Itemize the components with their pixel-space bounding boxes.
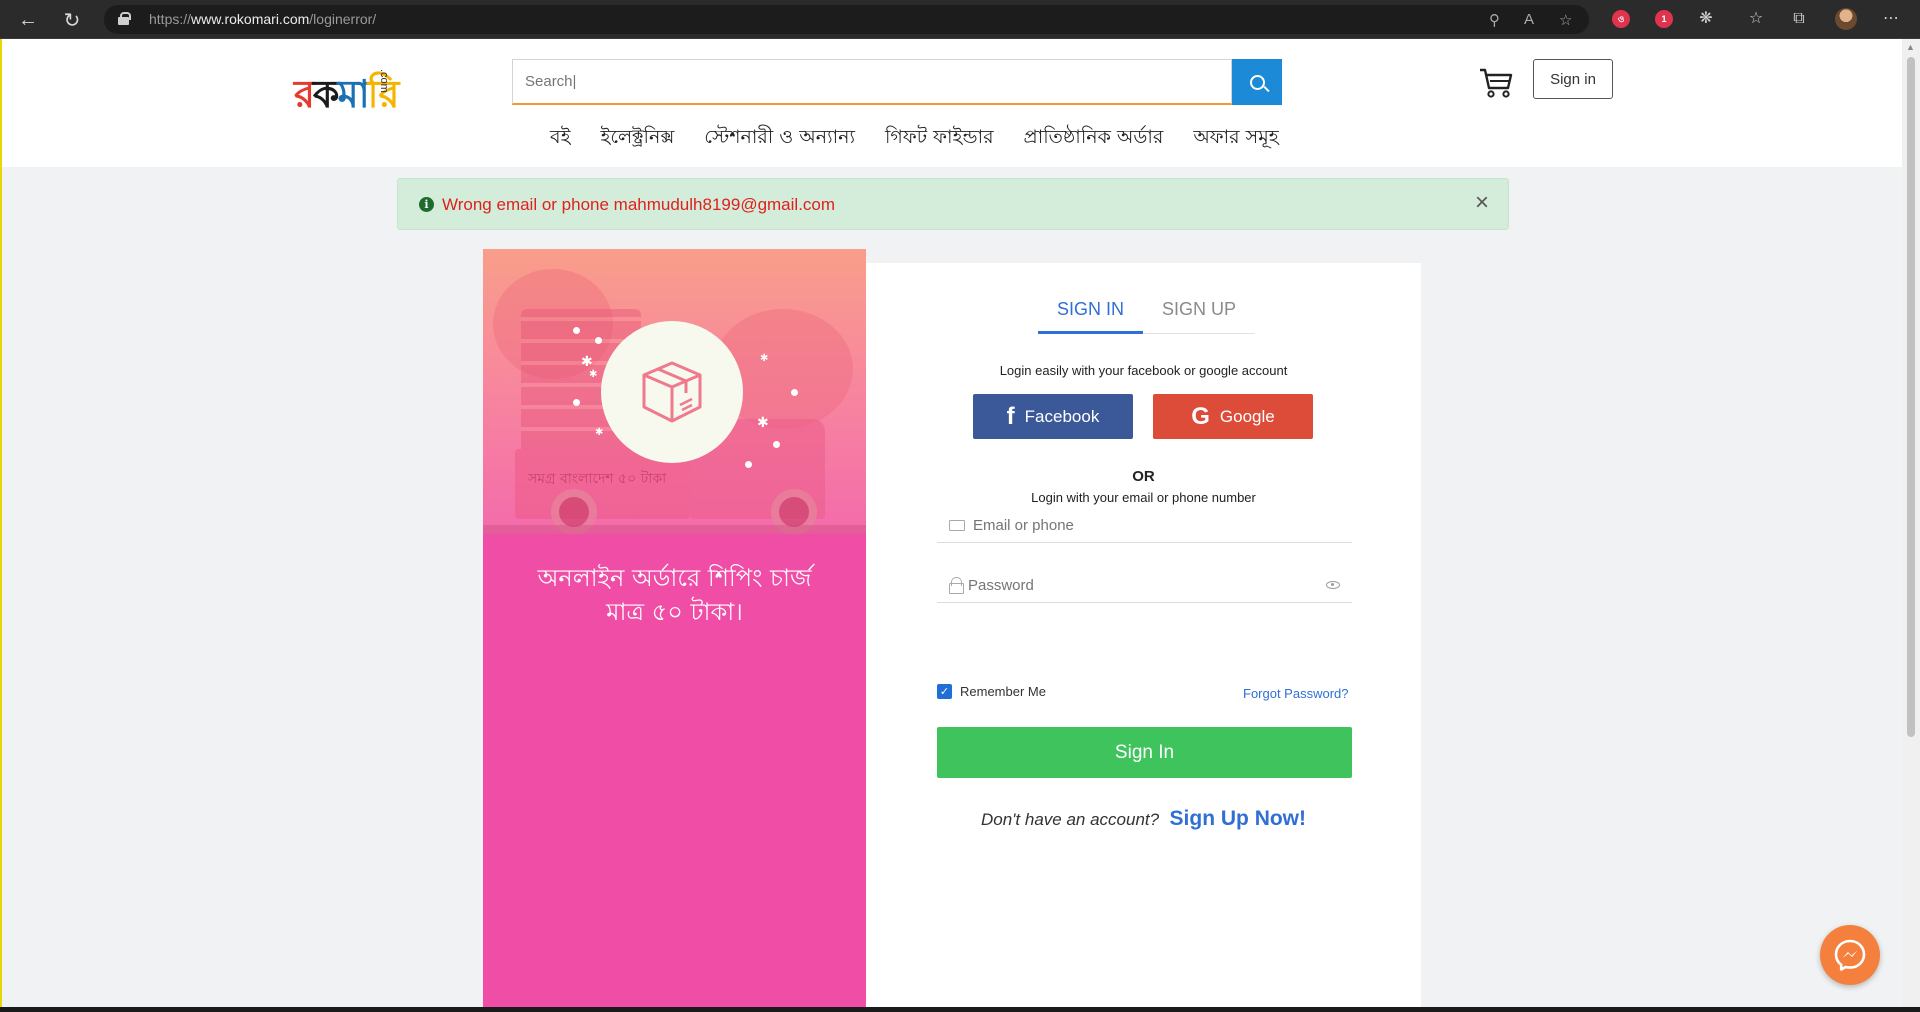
tab-sign-up[interactable]: SIGN UP (1143, 295, 1256, 334)
google-login-button[interactable]: G Google (1153, 394, 1313, 439)
sparkle-dot (773, 441, 780, 448)
truck-text: সমগ্র বাংলাদেশ ৫০ টাকা (528, 471, 667, 487)
nav-item-electronics[interactable]: ইলেক্ট্রনিক্স (600, 123, 674, 155)
sparkle-star: ✱ (581, 353, 593, 369)
alert-close-icon[interactable]: × (1475, 191, 1489, 215)
tab-sign-in[interactable]: SIGN IN (1038, 295, 1144, 334)
nav-item-gift-finder[interactable]: গিফট ফাইন্ডার (885, 123, 994, 155)
header-signin-button[interactable]: Sign in (1533, 59, 1613, 99)
lock-icon (949, 577, 964, 594)
read-aloud-icon[interactable]: A (1524, 11, 1534, 28)
promo-line-2: মাত্র ৫০ টাকা। (606, 598, 743, 626)
sparkle-dot (573, 399, 580, 406)
facebook-login-button[interactable]: f Facebook (973, 394, 1133, 439)
google-icon: G (1191, 402, 1210, 430)
cart-icon[interactable] (1478, 65, 1514, 99)
favorites-icon[interactable]: ☆ (1745, 8, 1767, 30)
more-menu-icon[interactable]: ⋯ (1880, 8, 1902, 30)
messenger-icon (1834, 939, 1866, 971)
lock-icon (118, 12, 131, 25)
messenger-chat-button[interactable] (1820, 925, 1880, 985)
sparkle-dot (791, 389, 798, 396)
remember-checkbox[interactable]: ✓ (937, 684, 952, 699)
sign-up-now-link[interactable]: Sign Up Now! (1170, 807, 1306, 830)
promo-illustration: সমগ্র বাংলাদেশ ৫০ টাকা ✱ ✱ ✱ ✱ ✱ (483, 249, 866, 534)
facebook-label: Facebook (1024, 406, 1100, 426)
url-text: https://www.rokomari.com/loginerror/ (149, 11, 377, 27)
sparkle-star: ✱ (760, 353, 769, 364)
or-divider: OR (1132, 468, 1155, 485)
error-alert: i Wrong email or phone mahmudulh8199@gma… (397, 178, 1509, 230)
browser-toolbar: ← ↻ https://www.rokomari.com/loginerror/… (0, 0, 1920, 39)
promo-line-1: অনলাইন অর্ডারে শিপিং চার্জ (537, 564, 812, 592)
nav-item-offers[interactable]: অফার সমূহ (1193, 123, 1278, 155)
no-account-text: Don't have an account? (980, 810, 1160, 829)
sparkle-star: ✱ (757, 414, 769, 430)
sparkle-dot (573, 327, 580, 334)
email-login-hint: Login with your email or phone number (1031, 490, 1256, 505)
box-emblem (601, 321, 743, 463)
alert-message: Wrong email or phone mahmudulh8199@gmail… (442, 195, 836, 214)
facebook-icon: f (1006, 402, 1015, 430)
info-icon: i (419, 197, 434, 212)
promo-panel: সমগ্র বাংলাদেশ ৫০ টাকা ✱ ✱ ✱ ✱ ✱ অনলাইন … (483, 249, 866, 1012)
google-label: Google (1219, 406, 1275, 426)
logo-suffix: .com (378, 69, 390, 93)
search-input[interactable] (513, 60, 1231, 103)
scroll-up-icon[interactable]: ▲ (1906, 42, 1915, 52)
login-panel: SIGN IN SIGN UP Login easily with your f… (866, 263, 1421, 1012)
remember-label: Remember Me (960, 684, 1046, 699)
email-field[interactable] (973, 509, 1343, 541)
extensions-puzzle-icon[interactable]: ❋ (1695, 8, 1717, 30)
social-login-hint: Login easily with your facebook or googl… (999, 363, 1288, 378)
nav-item-stationery[interactable]: স্টেশনারী ও অন্যান্য (704, 123, 855, 155)
collections-icon[interactable]: ⧉ (1788, 8, 1810, 30)
category-nav: বই ইলেক্ট্রনিক্স স্টেশনারী ও অন্যান্য গি… (550, 123, 1279, 155)
signup-prompt: Don't have an account? Sign Up Now! (866, 807, 1421, 831)
profile-avatar[interactable] (1835, 8, 1857, 30)
rokomari-logo[interactable]: রকমারি .com (294, 59, 404, 119)
reload-icon[interactable]: ↻ (58, 6, 86, 34)
envelope-icon (949, 520, 965, 531)
page-viewport: রকমারি .com Sign in বই ইলেক্ট্রনিক্স স্ট… (2, 39, 1902, 1012)
favorite-star-icon[interactable]: ☆ (1559, 11, 1572, 29)
forgot-password-link[interactable]: Forgot Password? (1243, 686, 1349, 701)
address-bar[interactable]: https://www.rokomari.com/loginerror/ ⚲ A… (104, 5, 1589, 34)
nav-item-institutional-order[interactable]: প্রাতিষ্ঠানিক অর্ডার (1024, 123, 1164, 155)
scroll-thumb[interactable] (1907, 57, 1915, 737)
sign-in-button[interactable]: Sign In (937, 727, 1352, 778)
extension-badge-icon[interactable]: 1 (1655, 10, 1673, 28)
auth-tabs: SIGN IN SIGN UP (1038, 295, 1256, 334)
sparkle-star: ✱ (595, 427, 604, 438)
password-field[interactable] (968, 569, 1318, 601)
password-field-wrapper (937, 569, 1352, 603)
extension-icon[interactable]: ও (1612, 10, 1630, 28)
remember-me[interactable]: ✓ Remember Me (937, 684, 1046, 699)
sparkle-dot (595, 337, 602, 344)
email-field-wrapper (937, 509, 1352, 543)
search-button[interactable] (1232, 59, 1282, 105)
road (483, 525, 866, 534)
package-box-icon (642, 361, 702, 423)
page-scrollbar[interactable]: ▲ (1902, 39, 1920, 1012)
show-password-icon[interactable] (1326, 581, 1340, 589)
promo-caption: অনলাইন অর্ডারে শিপিং চার্জ মাত্র ৫০ টাকা… (483, 561, 866, 629)
nav-item-books[interactable]: বই (550, 123, 570, 155)
search-icon (1249, 74, 1265, 90)
sparkle-dot (745, 461, 752, 468)
window-bottom-edge (0, 1007, 1920, 1012)
search-box (512, 59, 1232, 105)
back-icon[interactable]: ← (14, 6, 42, 34)
site-header: রকমারি .com Sign in বই ইলেক্ট্রনিক্স স্ট… (2, 39, 1902, 167)
sparkle-star: ✱ (589, 369, 598, 380)
key-icon[interactable]: ⚲ (1489, 11, 1500, 29)
